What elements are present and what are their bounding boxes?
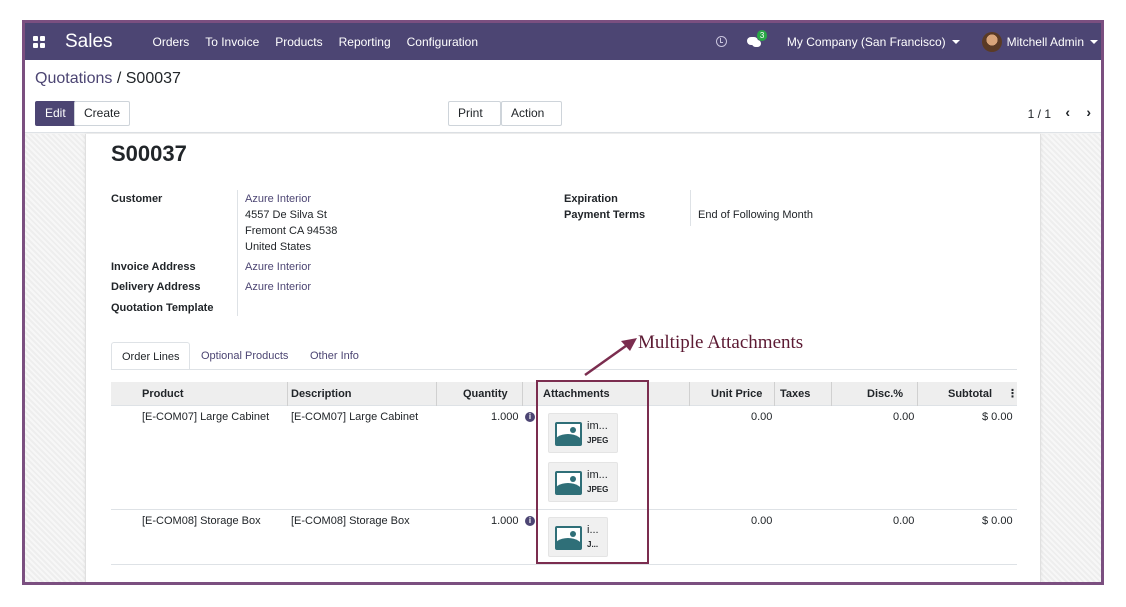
- chevron-down-icon: [951, 40, 960, 45]
- customer-address-line1: 4557 De Silva St: [245, 209, 327, 221]
- pager-next-icon[interactable]: ›: [1086, 104, 1091, 120]
- column-taxes[interactable]: Taxes: [780, 382, 810, 406]
- row2-description[interactable]: [E-COM08] Storage Box: [291, 515, 410, 527]
- print-button[interactable]: Print: [448, 101, 501, 139]
- tab-order-lines[interactable]: Order Lines: [111, 342, 191, 370]
- menu-to-invoice[interactable]: To Invoice: [205, 35, 259, 49]
- column-quantity[interactable]: Quantity: [463, 382, 508, 406]
- action-label: Action: [511, 106, 545, 120]
- print-label: Print: [458, 106, 483, 120]
- delivery-address-label: Delivery Address: [111, 281, 201, 293]
- edit-button[interactable]: Edit: [35, 101, 76, 126]
- breadcrumb-current: S00037: [125, 70, 181, 87]
- column-separator: [522, 382, 523, 406]
- create-button[interactable]: Create: [74, 101, 131, 126]
- action-button[interactable]: Action: [501, 101, 562, 139]
- top-navbar: Sales Orders To Invoice Products Reporti…: [25, 23, 1101, 60]
- column-separator: [436, 382, 437, 406]
- avatar[interactable]: [981, 31, 1002, 52]
- tab-other-info[interactable]: Other Info: [300, 342, 369, 370]
- column-discount[interactable]: Disc.%: [867, 382, 903, 406]
- invoice-address-label: Invoice Address: [111, 261, 196, 273]
- quotation-template-label: Quotation Template: [111, 302, 214, 314]
- row-divider: [111, 564, 1017, 565]
- row1-subtotal: $ 0.00: [982, 411, 1013, 423]
- menu-configuration[interactable]: Configuration: [407, 35, 478, 49]
- breadcrumb-separator: /: [116, 70, 122, 87]
- customer-address-line2: Fremont CA 94538: [245, 225, 338, 237]
- breadcrumb-quotations[interactable]: Quotations: [35, 70, 112, 87]
- menu-products[interactable]: Products: [275, 35, 322, 49]
- customer-link[interactable]: Azure Interior: [245, 193, 311, 205]
- column-product[interactable]: Product: [142, 382, 184, 406]
- invoice-address-link[interactable]: Azure Interior: [245, 261, 311, 273]
- tab-divider: [111, 369, 1017, 370]
- row2-subtotal: $ 0.00: [982, 515, 1013, 527]
- tab-optional-products[interactable]: Optional Products: [191, 342, 298, 370]
- annotation-arrow-icon: [584, 338, 637, 377]
- field-divider: [690, 190, 691, 226]
- row1-discount[interactable]: 0.00: [893, 411, 914, 423]
- delivery-address-link[interactable]: Azure Interior: [245, 281, 311, 293]
- optional-columns-icon[interactable]: ⋮: [1007, 382, 1018, 406]
- row2-quantity[interactable]: 1.000: [491, 515, 519, 527]
- column-subtotal[interactable]: Subtotal: [948, 382, 992, 406]
- row2-product[interactable]: [E-COM08] Storage Box: [142, 515, 261, 527]
- customer-address-line3: United States: [245, 241, 312, 253]
- row1-unit-price[interactable]: 0.00: [751, 411, 772, 423]
- apps-menu-icon[interactable]: [32, 35, 46, 49]
- user-name: Mitchell Admin: [1006, 34, 1084, 49]
- column-unit-price[interactable]: Unit Price: [711, 382, 762, 406]
- row1-description[interactable]: [E-COM07] Large Cabinet: [291, 411, 418, 423]
- column-description[interactable]: Description: [291, 382, 352, 406]
- field-divider: [237, 190, 238, 316]
- row1-quantity[interactable]: 1.000: [491, 411, 519, 423]
- record-title: S00037: [111, 141, 187, 166]
- customer-label: Customer: [111, 193, 163, 205]
- info-icon[interactable]: i: [525, 516, 535, 526]
- pager-previous-icon[interactable]: ‹: [1065, 104, 1070, 120]
- row2-discount[interactable]: 0.00: [893, 515, 914, 527]
- breadcrumb: Quotations / S00037: [35, 70, 181, 88]
- column-separator: [774, 382, 775, 406]
- control-panel: Quotations / S00037 Edit Create Print Ac…: [25, 60, 1101, 139]
- annotation-label: Multiple Attachments: [638, 332, 804, 353]
- payment-terms-value[interactable]: End of Following Month: [698, 209, 813, 221]
- column-separator: [689, 382, 690, 406]
- column-separator: [917, 382, 918, 406]
- attachments-highlight-box: [536, 380, 649, 564]
- company-name: My Company (San Francisco): [786, 34, 946, 49]
- column-separator: [831, 382, 832, 406]
- activity-clock-icon[interactable]: [715, 36, 727, 47]
- app-title[interactable]: Sales: [65, 31, 113, 53]
- info-icon[interactable]: i: [525, 412, 535, 422]
- row1-product[interactable]: [E-COM07] Large Cabinet: [142, 411, 269, 423]
- chat-badge: 3: [756, 29, 768, 41]
- payment-terms-label: Payment Terms: [564, 209, 646, 221]
- menu-reporting[interactable]: Reporting: [339, 35, 391, 49]
- menu-orders[interactable]: Orders: [153, 35, 190, 49]
- chat-icon[interactable]: 3: [746, 29, 768, 48]
- expiration-label: Expiration: [564, 193, 618, 205]
- chevron-down-icon: [1090, 40, 1098, 45]
- row2-unit-price[interactable]: 0.00: [751, 515, 772, 527]
- column-separator: [287, 382, 288, 406]
- company-switcher[interactable]: My Company (San Francisco): [787, 35, 960, 49]
- user-menu[interactable]: Mitchell Admin: [1007, 35, 1098, 49]
- pager-value[interactable]: 1 / 1: [1028, 107, 1051, 121]
